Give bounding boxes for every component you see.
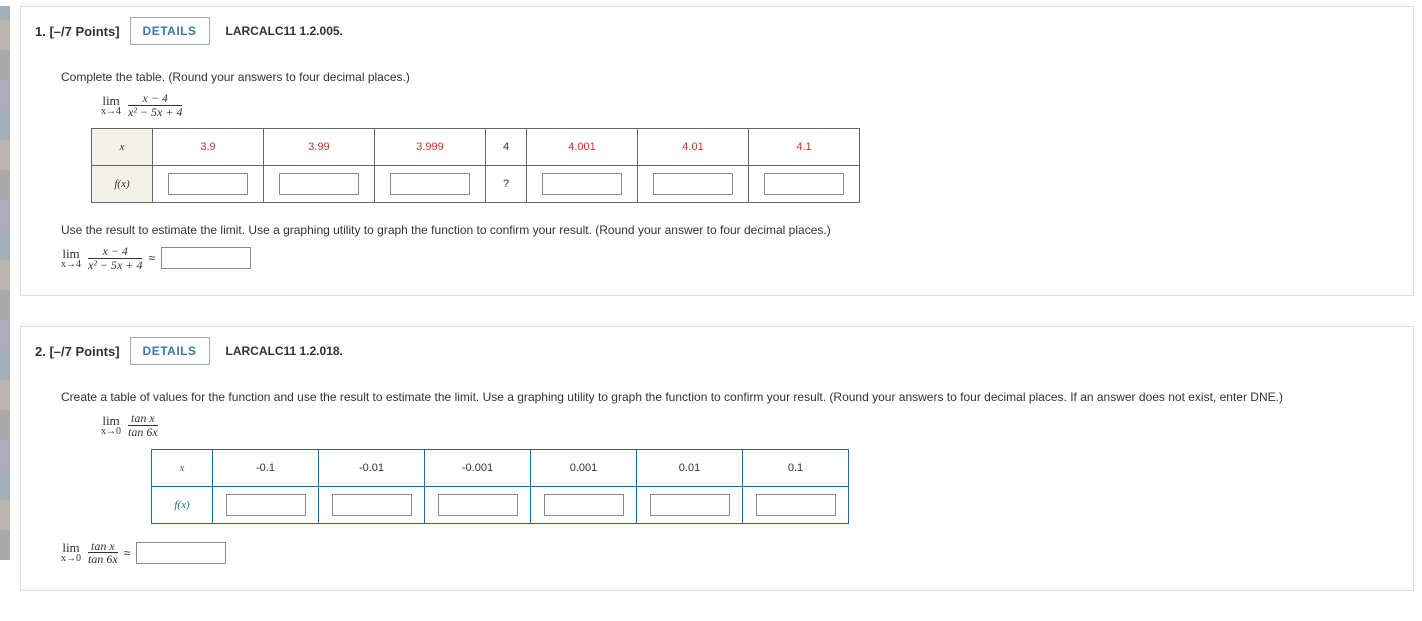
q1-x-6: 4.1 (749, 129, 860, 166)
q2-instructions: Create a table of values for the functio… (61, 390, 1373, 404)
q1-fx-input-2[interactable] (390, 173, 470, 195)
details-button[interactable]: DETAILS (130, 337, 210, 365)
q1-followup: Use the result to estimate the limit. Us… (61, 223, 1373, 237)
q1-data-table: x 3.9 3.99 3.999 4 4.001 4.01 4.1 f(x) ? (91, 128, 860, 203)
q2-fx-input-3[interactable] (544, 494, 624, 516)
q2-reference: LARCALC11 1.2.018. (226, 344, 343, 358)
q2-fx-input-2[interactable] (438, 494, 518, 516)
q2-x-3: 0.001 (531, 449, 637, 486)
q1-fx-input-5[interactable] (764, 173, 844, 195)
q1-x-3: 4 (486, 129, 527, 166)
thumbnail-strip (0, 6, 10, 560)
question-1-header: 1. [–/7 Points] DETAILS LARCALC11 1.2.00… (21, 7, 1413, 56)
q2-limit-expression: lim x→0 tan x tan 6x (101, 412, 158, 438)
q2-x-1: -0.01 (319, 449, 425, 486)
q2-fx-label: f(x) (152, 486, 213, 523)
question-2-header: 2. [–/7 Points] DETAILS LARCALC11 1.2.01… (21, 327, 1413, 376)
q2-x-0: -0.1 (213, 449, 319, 486)
q2-x-5: 0.1 (743, 449, 849, 486)
q1-x-label: x (92, 129, 153, 166)
q1-fx-input-1[interactable] (279, 173, 359, 195)
q2-fx-input-0[interactable] (226, 494, 306, 516)
approx-symbol: ≈ (148, 251, 155, 265)
q1-x-4: 4.001 (527, 129, 638, 166)
q1-x-0: 3.9 (153, 129, 264, 166)
q1-reference: LARCALC11 1.2.005. (226, 24, 343, 38)
q1-limit-answer-input[interactable] (161, 247, 251, 269)
q1-x-5: 4.01 (638, 129, 749, 166)
q1-fx-mid: ? (486, 166, 527, 203)
q1-limit-expression: lim x→4 x − 4 x² − 5x + 4 (101, 92, 182, 118)
q1-body: Complete the table. (Round your answers … (21, 56, 1413, 295)
q2-fx-input-1[interactable] (332, 494, 412, 516)
q1-fx-input-3[interactable] (542, 173, 622, 195)
q2-x-label: x (152, 449, 213, 486)
q2-limit-answer-input[interactable] (136, 542, 226, 564)
q1-number: 1. [–/7 Points] (35, 24, 120, 39)
q1-x-1: 3.99 (264, 129, 375, 166)
q2-body: Create a table of values for the functio… (21, 376, 1413, 589)
q2-fx-input-5[interactable] (756, 494, 836, 516)
approx-symbol: ≈ (124, 546, 131, 560)
q1-fx-input-4[interactable] (653, 173, 733, 195)
q2-data-table: x -0.1 -0.01 -0.001 0.001 0.01 0.1 f(x) (151, 449, 849, 524)
q2-fx-input-4[interactable] (650, 494, 730, 516)
q1-instructions: Complete the table. (Round your answers … (61, 70, 1373, 84)
q2-x-4: 0.01 (637, 449, 743, 486)
q1-fx-label: f(x) (92, 166, 153, 203)
q1-limit-answer-row: lim x→4 x − 4 x² − 5x + 4 ≈ (61, 245, 1373, 271)
question-1: 1. [–/7 Points] DETAILS LARCALC11 1.2.00… (20, 6, 1414, 296)
q2-number: 2. [–/7 Points] (35, 344, 120, 359)
details-button[interactable]: DETAILS (130, 17, 210, 45)
question-2: 2. [–/7 Points] DETAILS LARCALC11 1.2.01… (20, 326, 1414, 590)
q2-x-2: -0.001 (425, 449, 531, 486)
q1-x-2: 3.999 (375, 129, 486, 166)
q1-fx-input-0[interactable] (168, 173, 248, 195)
q2-limit-answer-row: lim x→0 tan x tan 6x ≈ (61, 540, 1373, 566)
